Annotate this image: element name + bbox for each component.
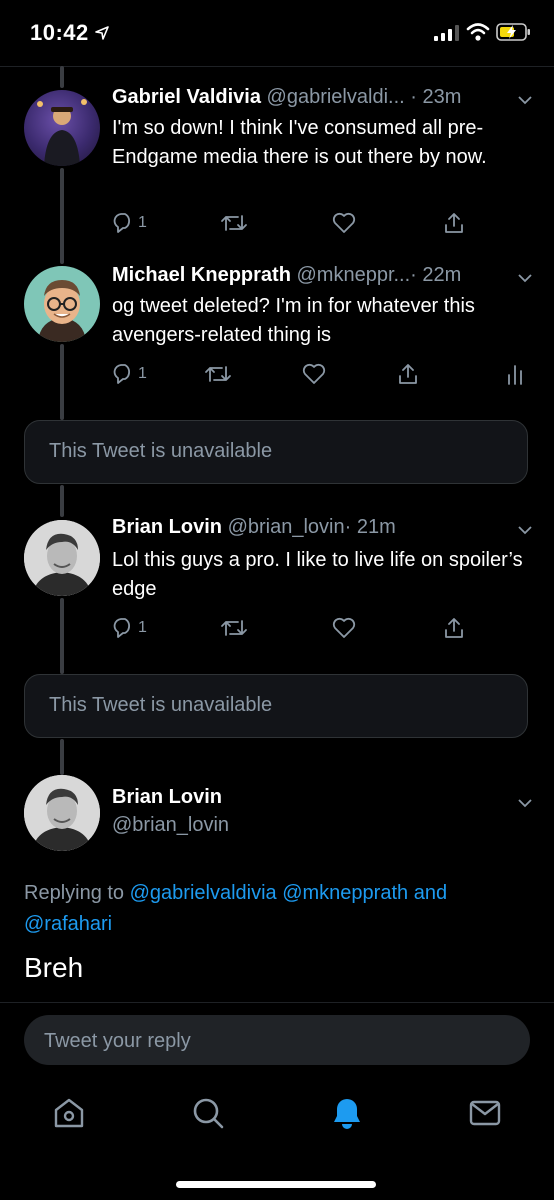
tweet-time: · 22m <box>410 264 462 286</box>
retweet-button[interactable] <box>204 360 232 388</box>
analytics-icon <box>508 365 522 385</box>
retweet-button[interactable] <box>220 209 248 237</box>
tweet-text: Lol this guys a pro. I like to live life… <box>112 549 523 600</box>
unavailable-tweet: This Tweet is unavailable <box>24 674 528 738</box>
reply-button[interactable]: 1 <box>112 209 147 237</box>
like-button[interactable] <box>332 614 356 642</box>
thread-line <box>60 739 64 775</box>
author-handle[interactable]: @brian_lovin <box>112 814 229 837</box>
tweet-actions: 1 <box>112 614 532 642</box>
unavailable-label: This Tweet is unavailable <box>49 440 273 462</box>
cellular-signal-icon <box>434 25 459 41</box>
avatar-photo-icon <box>24 775 100 851</box>
wifi-icon <box>466 23 490 41</box>
location-arrow-icon <box>95 26 109 40</box>
like-button[interactable] <box>302 360 326 388</box>
tweet-actions: 1 <box>112 209 532 237</box>
home-indicator[interactable] <box>176 1181 376 1188</box>
reply-count: 1 <box>138 619 147 636</box>
reply-count: 1 <box>138 365 147 382</box>
chevron-down-icon[interactable] <box>518 93 532 107</box>
avatar[interactable] <box>24 266 100 342</box>
share-icon <box>445 618 463 638</box>
reply-divider <box>0 1002 554 1003</box>
retweet-icon <box>205 366 231 382</box>
author-handle[interactable]: @mkneppr... <box>296 264 410 286</box>
status-divider <box>0 66 554 67</box>
reply-button[interactable]: 1 <box>112 614 147 642</box>
status-bar: 10:42 <box>0 0 554 66</box>
author-handle[interactable]: @brian_lovin <box>228 516 345 538</box>
author-name[interactable]: Gabriel Valdivia <box>112 86 261 108</box>
share-icon <box>445 213 463 233</box>
chevron-down-icon[interactable] <box>518 271 532 285</box>
tweet-text: og tweet deleted? I'm in for whatever th… <box>112 295 475 346</box>
thread-line <box>60 485 64 517</box>
search-icon[interactable] <box>191 1096 225 1130</box>
main-tweet-text: Breh <box>24 952 84 983</box>
author-handle[interactable]: @gabrielvaldi... <box>267 86 405 108</box>
chevron-down-icon[interactable] <box>518 796 532 810</box>
retweet-button[interactable] <box>220 614 248 642</box>
battery-charging-icon <box>496 23 530 41</box>
tweet-time: · 21m <box>344 516 396 538</box>
avatar-bitmoji-icon <box>38 280 86 342</box>
avatar[interactable] <box>24 520 100 596</box>
heart-icon <box>332 617 356 638</box>
share-button[interactable] <box>442 614 466 642</box>
author-name[interactable]: Michael Knepprath <box>112 264 291 286</box>
unavailable-label: This Tweet is unavailable <box>49 694 273 716</box>
unavailable-tweet: This Tweet is unavailable <box>24 420 528 484</box>
share-button[interactable] <box>442 209 466 237</box>
tweet-text: I'm so down! I think I've consumed all p… <box>112 117 487 168</box>
replying-to: Replying to @gabrielvaldivia @mknepprath… <box>24 878 524 940</box>
heart-icon <box>332 212 356 233</box>
reply-icon <box>113 364 131 384</box>
reply-icon <box>113 213 131 233</box>
author-name[interactable]: Brian Lovin <box>112 786 222 809</box>
author-name[interactable]: Brian Lovin <box>112 516 222 538</box>
reply-box[interactable] <box>24 1015 530 1067</box>
reply-count: 1 <box>138 214 147 231</box>
chevron-down-icon[interactable] <box>518 523 532 537</box>
analytics-button[interactable] <box>506 360 524 388</box>
avatar-person-icon <box>37 99 87 166</box>
share-icon <box>399 364 417 384</box>
avatar[interactable] <box>24 90 100 166</box>
share-button[interactable] <box>396 360 420 388</box>
avatar[interactable] <box>24 775 100 851</box>
thread-line <box>60 598 64 674</box>
tweet-time: · 23m <box>410 86 462 108</box>
replying-prefix: Replying to <box>24 882 125 904</box>
like-button[interactable] <box>332 209 356 237</box>
retweet-icon <box>221 620 247 636</box>
retweet-icon <box>221 215 247 231</box>
thread-line <box>60 168 64 264</box>
status-time: 10:42 <box>30 20 89 45</box>
messages-icon[interactable] <box>468 1096 502 1130</box>
reply-icon <box>113 618 131 638</box>
thread-line <box>60 344 64 420</box>
avatar-photo-icon <box>24 520 100 596</box>
reply-button[interactable]: 1 <box>112 360 147 388</box>
heart-icon <box>302 363 326 384</box>
tweet-actions: 1 <box>112 360 532 388</box>
thread-line <box>60 66 64 88</box>
home-icon[interactable] <box>52 1096 86 1130</box>
notifications-icon[interactable] <box>330 1096 364 1130</box>
reply-input[interactable] <box>42 1015 506 1067</box>
